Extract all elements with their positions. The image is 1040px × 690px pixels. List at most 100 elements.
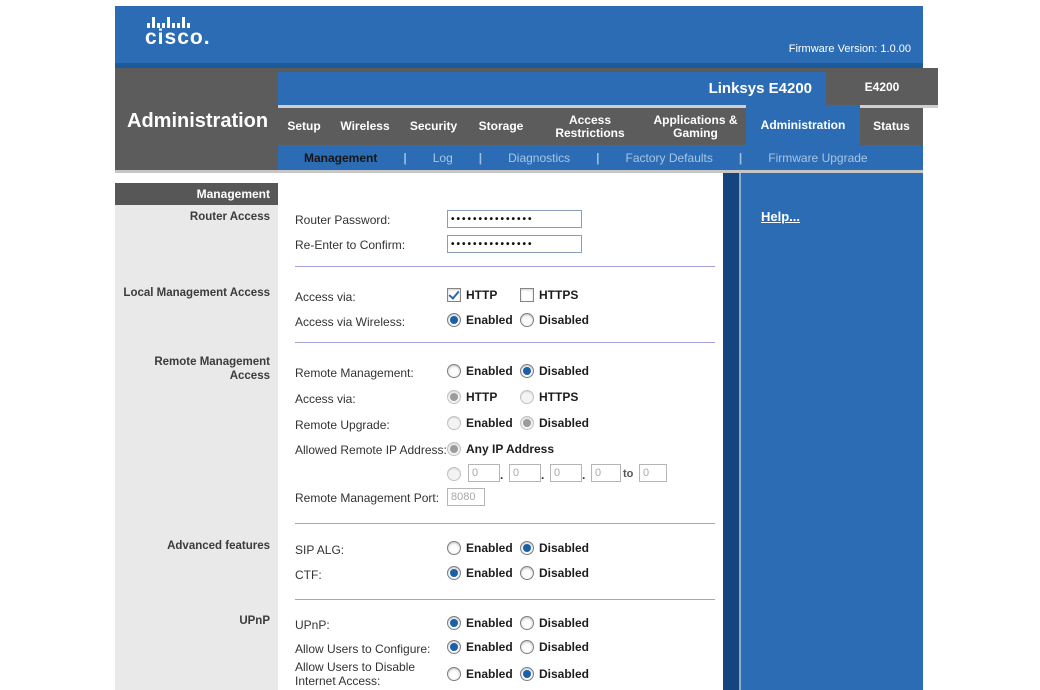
reenter-confirm-input[interactable] [447,235,582,253]
remote-mgmt-enabled-radio[interactable] [447,364,461,378]
remote-https-label: HTTPS [539,390,578,404]
allow-configure-enabled-option[interactable]: Enabled [447,640,513,654]
sip-alg-disabled-radio[interactable] [520,541,534,555]
upnp-disabled-option[interactable]: Disabled [520,616,589,630]
reenter-confirm-label: Re-Enter to Confirm: [295,238,405,252]
ctf-enabled-option[interactable]: Enabled [447,566,513,580]
ctf-disabled-label: Disabled [539,566,589,580]
ctf-disabled-option[interactable]: Disabled [520,566,589,580]
http-checkbox-option[interactable]: HTTP [447,288,497,302]
tab-storage[interactable]: Storage [467,108,535,145]
model-tab[interactable]: E4200 [826,68,938,105]
remote-upgrade-enabled-option[interactable]: Enabled [447,416,513,430]
remote-management-label: Remote Management: [295,366,414,380]
help-link[interactable]: Help... [761,209,800,224]
any-ip-label: Any IP Address [466,442,554,456]
remote-upgrade-label: Remote Upgrade: [295,418,390,432]
upnp-enabled-option[interactable]: Enabled [447,616,513,630]
remote-mgmt-disabled-radio[interactable] [520,364,534,378]
http-checkbox-label: HTTP [466,288,497,302]
tab-status[interactable]: Status [860,108,923,145]
product-name: Linksys E4200 [709,80,826,97]
sip-alg-enabled-radio[interactable] [447,541,461,555]
tab-applications-gaming[interactable]: Applications & Gaming [645,108,746,145]
wireless-disabled-radio[interactable] [520,313,534,327]
upnp-disabled-label: Disabled [539,616,589,630]
ctf-label: CTF: [295,568,322,582]
sip-alg-enabled-label: Enabled [466,541,513,555]
router-password-input[interactable] [447,210,582,228]
allow-configure-enabled-radio[interactable] [447,640,461,654]
allow-disable-disabled-radio[interactable] [520,667,534,681]
http-checkbox[interactable] [447,288,461,302]
tab-administration[interactable]: Administration [746,105,860,145]
ctf-enabled-radio[interactable] [447,566,461,580]
top-header: cisco. Firmware Version: 1.0.00 [115,6,923,63]
ip-range-radio[interactable] [447,467,461,481]
remote-upgrade-disabled-option[interactable]: Disabled [520,416,589,430]
ip-octet-2-input[interactable] [509,464,541,482]
upnp-label: UPnP: [295,618,330,632]
tab-security[interactable]: Security [400,108,467,145]
wireless-disabled-option[interactable]: Disabled [520,313,589,327]
upnp-disabled-radio[interactable] [520,616,534,630]
allow-disable-disabled-option[interactable]: Disabled [520,667,589,681]
section-divider [295,599,715,600]
allow-disable-enabled-option[interactable]: Enabled [447,667,513,681]
remote-mgmt-disabled-option[interactable]: Disabled [520,364,589,378]
remote-access-via-label: Access via: [295,392,356,406]
any-ip-radio[interactable] [447,442,461,456]
remote-port-label: Remote Management Port: [295,491,439,505]
sip-alg-disabled-option[interactable]: Disabled [520,541,589,555]
upnp-enabled-label: Enabled [466,616,513,630]
remote-mgmt-enabled-option[interactable]: Enabled [447,364,513,378]
tab-wireless[interactable]: Wireless [330,108,400,145]
remote-https-option[interactable]: HTTPS [520,390,578,404]
local-access-via-label: Access via: [295,290,356,304]
allow-configure-disabled-radio[interactable] [520,640,534,654]
subnav-firmware-upgrade[interactable]: Firmware Upgrade [742,151,893,165]
remote-mgmt-enabled-label: Enabled [466,364,513,378]
ctf-disabled-radio[interactable] [520,566,534,580]
upnp-enabled-radio[interactable] [447,616,461,630]
sidebar-label-router-access: Router Access [122,210,270,224]
ip-octet-1-input[interactable] [468,464,500,482]
ip-dot: . [500,468,503,482]
remote-http-radio[interactable] [447,390,461,404]
sip-alg-enabled-option[interactable]: Enabled [447,541,513,555]
section-divider [295,342,715,343]
https-checkbox-option[interactable]: HTTPS [520,288,578,302]
sip-alg-disabled-label: Disabled [539,541,589,555]
https-checkbox[interactable] [520,288,534,302]
ip-range-end-input[interactable] [639,464,667,482]
remote-port-input[interactable] [447,488,485,506]
remote-upgrade-disabled-label: Disabled [539,416,589,430]
sidebar-label-upnp: UPnP [122,614,270,628]
sidebar-label-remote-management: Remote Management Access [122,355,270,383]
allow-disable-disabled-label: Disabled [539,667,589,681]
section-divider [295,266,715,267]
tab-setup[interactable]: Setup [278,108,330,145]
subnav-log[interactable]: Log [407,151,479,165]
product-titlebar: Linksys E4200 [278,72,826,105]
subnav-diagnostics[interactable]: Diagnostics [482,151,596,165]
remote-upgrade-enabled-radio[interactable] [447,416,461,430]
subnav-management[interactable]: Management [278,151,403,165]
any-ip-option[interactable]: Any IP Address [447,442,554,456]
ip-octet-3-input[interactable] [550,464,582,482]
subnav-bar: Management | Log | Diagnostics | Factory… [278,145,923,170]
sidebar-section-title: Management [197,187,278,201]
allow-configure-disabled-option[interactable]: Disabled [520,640,589,654]
remote-http-option[interactable]: HTTP [447,390,497,404]
subnav-factory-defaults[interactable]: Factory Defaults [600,151,739,165]
wireless-enabled-radio[interactable] [447,313,461,327]
page-title: Administration [115,68,278,133]
ip-octet-4-input[interactable] [591,464,621,482]
wireless-enabled-option[interactable]: Enabled [447,313,513,327]
remote-upgrade-enabled-label: Enabled [466,416,513,430]
allow-disable-enabled-radio[interactable] [447,667,461,681]
remote-upgrade-disabled-radio[interactable] [520,416,534,430]
remote-https-radio[interactable] [520,390,534,404]
tab-access-restrictions[interactable]: Access Restrictions [535,108,645,145]
remote-mgmt-disabled-label: Disabled [539,364,589,378]
